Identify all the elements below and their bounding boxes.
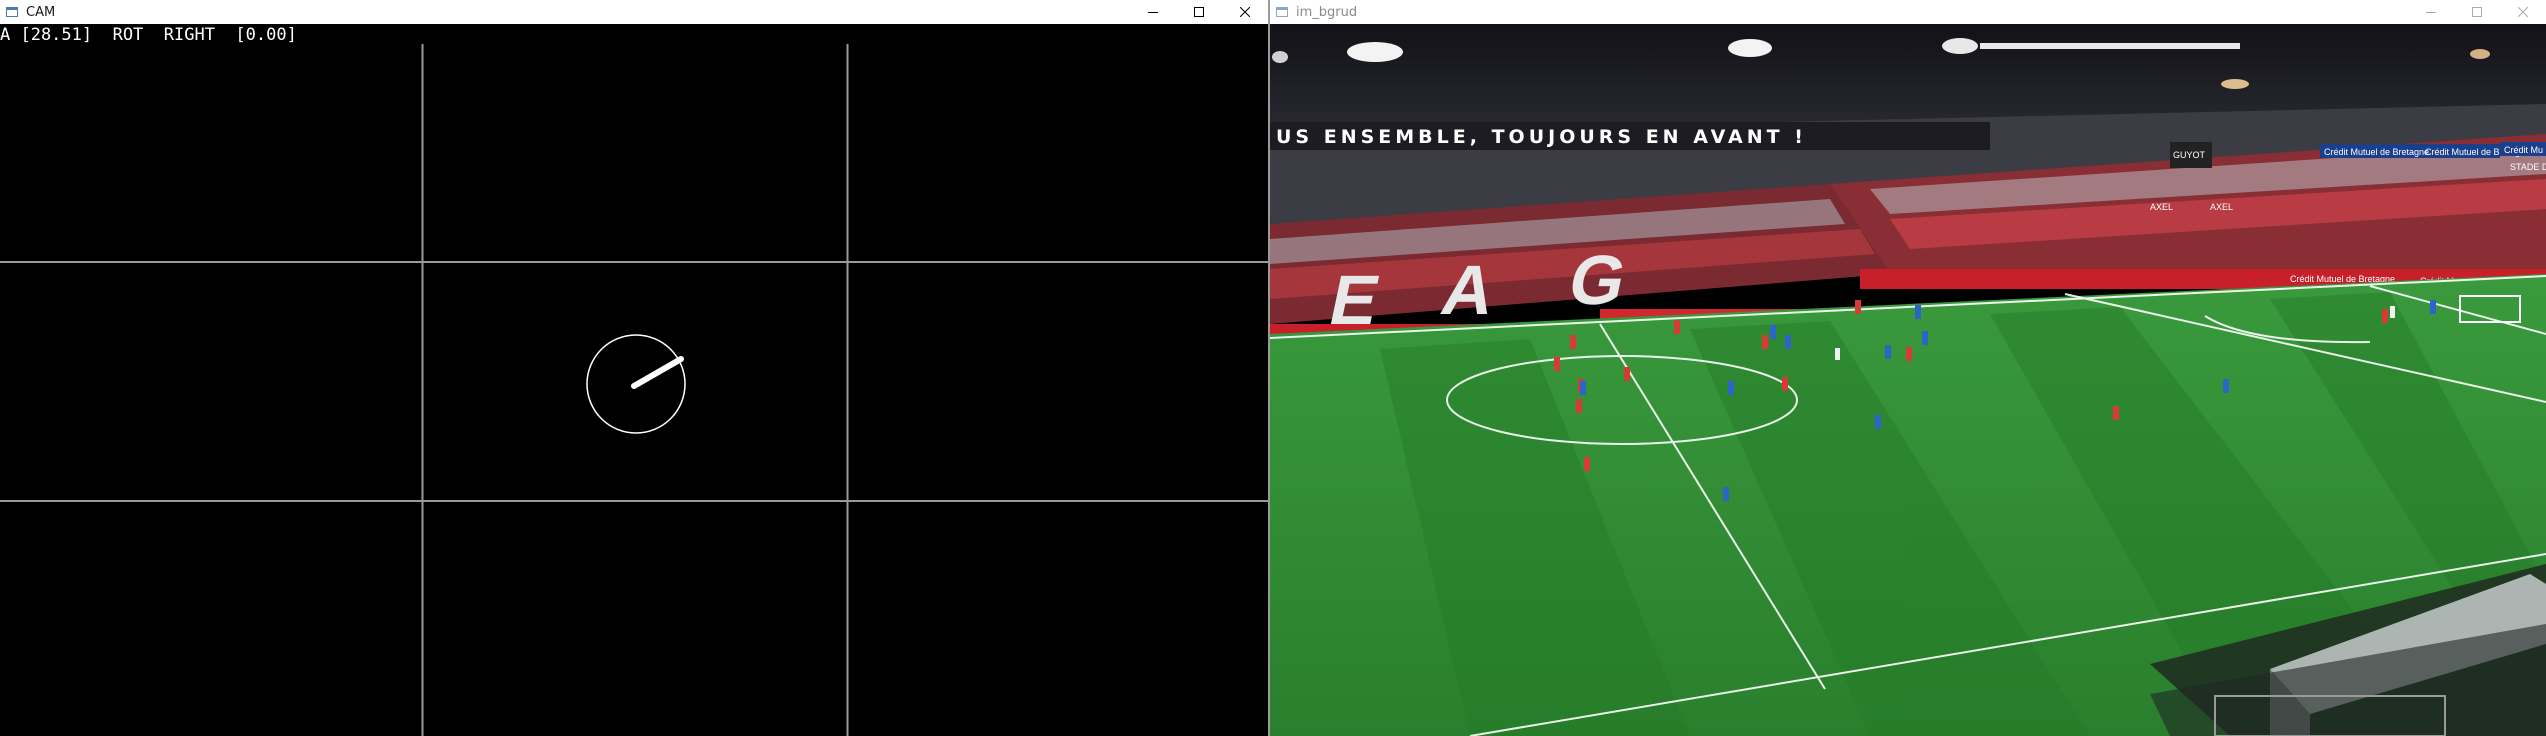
app-window-icon bbox=[1276, 7, 1288, 17]
bgrud-window: im_bgrud US ENSEMBLE, TOUJOURS EN AVANT … bbox=[1270, 0, 2546, 736]
close-icon bbox=[2518, 7, 2528, 17]
minimize-button[interactable] bbox=[2408, 0, 2454, 24]
bgrud-canvas[interactable]: US ENSEMBLE, TOUJOURS EN AVANT ! E A G c… bbox=[1270, 24, 2546, 736]
close-button[interactable] bbox=[2500, 0, 2546, 24]
rotation-needle bbox=[631, 356, 684, 389]
ad-stade: STADE D bbox=[2510, 162, 2546, 172]
close-icon bbox=[1240, 7, 1250, 17]
ad-top-1: Crédit Mutuel de Bretagne bbox=[2324, 147, 2429, 157]
stadium-image: US ENSEMBLE, TOUJOURS EN AVANT ! E A G c… bbox=[1270, 24, 2546, 736]
ad-axel-2: AXEL bbox=[2210, 202, 2233, 212]
maximize-button[interactable] bbox=[1176, 0, 1222, 24]
ad-guyot: GUYOT bbox=[2173, 150, 2206, 160]
bgrud-titlebar[interactable]: im_bgrud bbox=[1270, 0, 2546, 24]
cam-grid bbox=[0, 44, 1268, 736]
app-window-icon bbox=[6, 7, 18, 17]
minimize-button[interactable] bbox=[1130, 0, 1176, 24]
cam-canvas[interactable]: A [28.51] ROT RIGHT [0.00] bbox=[0, 24, 1268, 736]
minimize-icon bbox=[2426, 12, 2436, 13]
ad-top-3: Crédit Mu bbox=[2504, 145, 2543, 155]
bgrud-window-title: im_bgrud bbox=[1296, 4, 1358, 20]
ad-axel-1: AXEL bbox=[2150, 202, 2173, 212]
close-button[interactable] bbox=[1222, 0, 1268, 24]
minimize-icon bbox=[1148, 12, 1158, 13]
banner-text: US ENSEMBLE, TOUJOURS EN AVANT ! bbox=[1276, 126, 1807, 148]
maximize-button[interactable] bbox=[2454, 0, 2500, 24]
maximize-icon bbox=[2472, 7, 2482, 17]
maximize-icon bbox=[1194, 7, 1204, 17]
cam-readout: A [28.51] ROT RIGHT [0.00] bbox=[0, 25, 297, 45]
cam-titlebar[interactable]: CAM bbox=[0, 0, 1268, 24]
cam-window-title: CAM bbox=[26, 4, 56, 20]
cam-window: CAM A [28.51] ROT RIGHT [0.00] bbox=[0, 0, 1268, 736]
